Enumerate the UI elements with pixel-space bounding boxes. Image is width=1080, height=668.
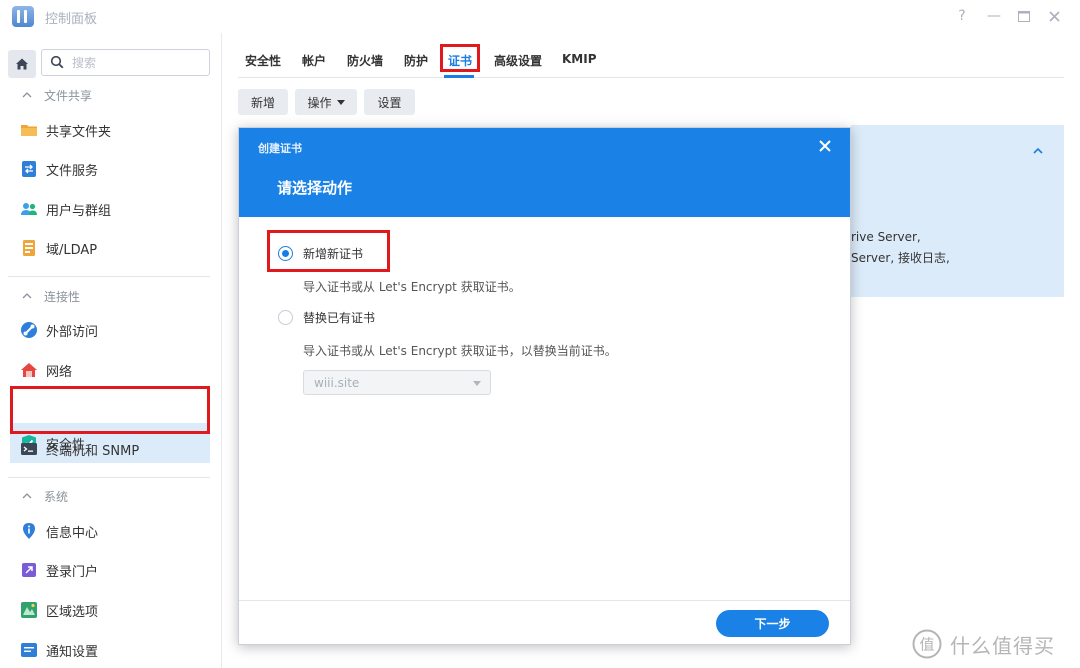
action-button-label: 操作 bbox=[307, 95, 332, 110]
section-connectivity[interactable]: 连接性 bbox=[22, 286, 80, 306]
sidebar-item-label: 登录门户 bbox=[46, 564, 99, 580]
sidebar-item-label: 共享文件夹 bbox=[46, 124, 112, 140]
notification-icon bbox=[20, 641, 38, 659]
select-value: wiii.site bbox=[314, 376, 360, 390]
login-portal-icon bbox=[20, 561, 38, 579]
tab-kmip[interactable]: KMIP bbox=[562, 52, 597, 66]
tab-advanced[interactable]: 高级设置 bbox=[494, 52, 542, 69]
help-icon[interactable]: ? bbox=[951, 6, 973, 26]
panel-text-line: rive Server, bbox=[851, 230, 921, 244]
sidebar-item-file-services[interactable]: 文件服务 bbox=[10, 149, 210, 189]
sidebar-item-regional-options[interactable]: 区域选项 bbox=[10, 590, 210, 630]
sidebar-item-label: 区域选项 bbox=[46, 604, 99, 620]
divider bbox=[8, 276, 210, 277]
maximize-icon[interactable] bbox=[1013, 6, 1035, 26]
region-icon bbox=[20, 601, 38, 619]
watermark-logo: 值 bbox=[912, 629, 942, 659]
certificate-select[interactable]: wiii.site bbox=[303, 370, 491, 395]
sidebar-item-network[interactable]: 网络 bbox=[10, 350, 210, 390]
option-label: 新增新证书 bbox=[303, 247, 364, 261]
section-label: 系统 bbox=[44, 489, 69, 504]
sidebar-item-label: 域/LDAP bbox=[46, 242, 98, 258]
sidebar-item-terminal-snmp[interactable]: 终端机和 SNMP bbox=[10, 429, 210, 469]
radio-add-new-certificate[interactable] bbox=[278, 246, 293, 261]
control-panel-icon bbox=[12, 6, 34, 27]
sidebar-item-external-access[interactable]: 外部访问 bbox=[10, 310, 210, 350]
sidebar-item-label: 外部访问 bbox=[46, 324, 99, 340]
sidebar-item-label: 网络 bbox=[46, 364, 73, 380]
minimize-icon[interactable]: — bbox=[983, 6, 1005, 26]
active-tab-indicator bbox=[444, 75, 474, 78]
sidebar-item-users[interactable]: 用户与群组 bbox=[10, 189, 210, 229]
add-button[interactable]: 新增 bbox=[238, 89, 288, 115]
watermark-text: 什么值得买 bbox=[950, 633, 1055, 658]
caret-down-icon bbox=[336, 99, 345, 105]
sidebar-item-login-portal[interactable]: 登录门户 bbox=[10, 550, 210, 590]
sidebar-item-label: 通知设置 bbox=[46, 644, 99, 660]
title-bar: 控制面板 ? — bbox=[0, 0, 1080, 33]
section-label: 文件共享 bbox=[44, 88, 93, 103]
sidebar-item-notification[interactable]: 通知设置 bbox=[10, 630, 210, 668]
chevron-up-icon bbox=[22, 293, 32, 299]
caret-down-icon bbox=[473, 381, 481, 386]
sidebar-item-label: 用户与群组 bbox=[46, 203, 112, 219]
terminal-icon bbox=[20, 440, 38, 458]
section-file-sharing[interactable]: 文件共享 bbox=[22, 85, 92, 105]
external-access-icon bbox=[20, 321, 38, 339]
users-icon bbox=[20, 200, 38, 218]
next-button[interactable]: 下一步 bbox=[716, 610, 829, 637]
window-title: 控制面板 bbox=[45, 12, 98, 27]
chevron-up-icon bbox=[22, 493, 32, 499]
create-certificate-dialog: 创建证书 请选择动作 新增新证书 导入证书或从 Let's Encrypt 获取… bbox=[238, 127, 851, 645]
tab-protection[interactable]: 防护 bbox=[404, 52, 428, 69]
home-button[interactable] bbox=[8, 50, 36, 78]
network-icon bbox=[20, 361, 38, 379]
close-icon[interactable] bbox=[817, 138, 833, 154]
tab-firewall[interactable]: 防火墙 bbox=[347, 52, 383, 69]
tab-certificate[interactable]: 证书 bbox=[448, 52, 472, 69]
sidebar-item-label: 信息中心 bbox=[46, 525, 99, 541]
section-label: 连接性 bbox=[44, 289, 81, 304]
sidebar-item-domain-ldap[interactable]: 域/LDAP bbox=[10, 228, 210, 268]
chevron-up-icon[interactable] bbox=[1031, 145, 1045, 157]
search-icon bbox=[50, 55, 64, 69]
watermark-logo-char: 值 bbox=[919, 636, 934, 654]
option-description: 导入证书或从 Let's Encrypt 获取证书。 bbox=[303, 280, 521, 294]
radio-replace-existing-certificate[interactable] bbox=[278, 310, 293, 325]
settings-button[interactable]: 设置 bbox=[364, 89, 415, 115]
watermark: 值 什么值得买 bbox=[912, 627, 1077, 661]
search-input[interactable] bbox=[72, 54, 202, 72]
sidebar-item-label: 终端机和 SNMP bbox=[46, 443, 140, 459]
panel-text-line: Server, 接收日志, bbox=[851, 251, 950, 265]
divider bbox=[8, 477, 210, 478]
domain-icon bbox=[20, 239, 38, 257]
tab-account[interactable]: 帐户 bbox=[302, 52, 326, 69]
tab-security[interactable]: 安全性 bbox=[245, 52, 281, 69]
search-field[interactable] bbox=[41, 49, 210, 76]
dialog-header: 创建证书 请选择动作 bbox=[239, 128, 850, 217]
tab-bar: 安全性 帐户 防火墙 防护 证书 高级设置 KMIP bbox=[238, 44, 1064, 78]
close-icon[interactable] bbox=[1043, 6, 1065, 26]
folder-icon bbox=[20, 121, 38, 139]
home-icon bbox=[16, 58, 28, 70]
info-icon bbox=[20, 522, 38, 540]
sidebar-item-label: 文件服务 bbox=[46, 163, 99, 179]
action-button[interactable]: 操作 bbox=[295, 89, 357, 115]
dialog-title: 请选择动作 bbox=[277, 179, 353, 197]
section-system[interactable]: 系统 bbox=[22, 486, 68, 506]
sidebar: 文件共享 共享文件夹 文件服务 用户与群组 域/LDAP 连接性 外部访问 bbox=[0, 33, 222, 668]
sidebar-item-shared-folder[interactable]: 共享文件夹 bbox=[10, 110, 210, 150]
dialog-window-title: 创建证书 bbox=[258, 142, 302, 155]
dialog-footer-divider bbox=[239, 600, 850, 601]
file-services-icon bbox=[20, 160, 38, 178]
chevron-up-icon bbox=[22, 92, 32, 98]
option-description: 导入证书或从 Let's Encrypt 获取证书，以替换当前证书。 bbox=[303, 344, 617, 358]
sidebar-item-info-center[interactable]: 信息中心 bbox=[10, 511, 210, 551]
option-label: 替换已有证书 bbox=[303, 311, 376, 325]
